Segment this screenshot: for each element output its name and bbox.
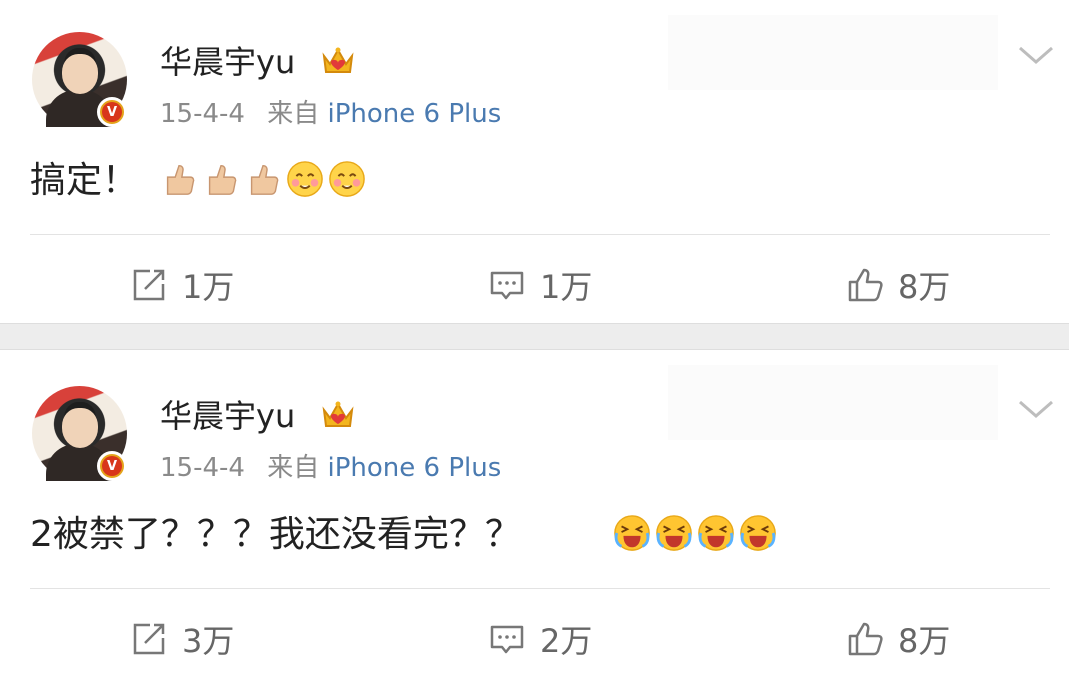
repost-button[interactable]: 1万 [130,262,234,308]
blurred-region [668,15,998,90]
weibo-post: V 华晨宇yu 15-4-4 来自 iPhone 6 Plus 搞定！ 1万 1… [0,0,1069,323]
post-date: 15-4-4 [160,453,245,483]
emoji-row [613,514,777,552]
like-button[interactable]: 8万 [846,616,950,662]
blush-icon [287,161,323,197]
emoji-row [160,160,366,198]
crying-face-icon [614,515,650,551]
source-link[interactable]: iPhone 6 Plus [327,453,501,483]
username[interactable]: 华晨宇yu [160,396,295,436]
chevron-down-icon[interactable] [1016,394,1056,424]
like-icon [848,268,883,302]
blush-icon [329,161,365,197]
chevron-down-icon[interactable] [1016,40,1056,70]
post-date: 15-4-4 [160,99,245,129]
thumbs-up-icon [166,164,195,195]
comment-button[interactable]: 1万 [488,262,592,308]
comment-icon [490,625,524,654]
thumbs-up-icon [250,164,279,195]
crying-face-icon [656,515,692,551]
crying-face-icon [698,515,734,551]
divider [30,234,1050,235]
repost-count: 3万 [182,622,235,660]
source-prefix: 来自 [267,99,320,129]
crown-vip-icon [322,401,354,427]
repost-icon [133,269,165,301]
source-prefix: 来自 [267,453,320,483]
verified-badge-letter: V [102,456,122,476]
thumbs-up-icon [208,164,237,195]
like-button[interactable]: 8万 [846,262,950,308]
repost-button[interactable]: 3万 [130,616,234,662]
divider [30,588,1050,589]
like-icon [848,622,883,656]
verified-badge-icon: V [97,451,127,481]
post-content: 2被禁了？？？我还没看完？？ [30,514,521,555]
like-count: 8万 [898,622,951,660]
repost-count: 1万 [182,268,235,306]
post-meta: 15-4-4 来自 iPhone 6 Plus [160,98,501,130]
weibo-post: V 华晨宇yu 15-4-4 来自 iPhone 6 Plus 2被禁了？？？我… [0,350,1069,676]
comment-button[interactable]: 2万 [488,616,592,662]
verified-badge-icon: V [97,97,127,127]
comment-icon [490,271,524,300]
repost-icon [133,623,165,655]
post-content: 搞定！ [30,160,139,201]
comment-count: 1万 [540,268,593,306]
blurred-region [668,365,998,440]
username[interactable]: 华晨宇yu [160,42,295,82]
verified-badge-letter: V [102,102,122,122]
comment-count: 2万 [540,622,593,660]
crown-vip-icon [322,47,354,73]
source-link[interactable]: iPhone 6 Plus [327,99,501,129]
crying-face-icon [740,515,776,551]
post-separator [0,323,1069,350]
post-meta: 15-4-4 来自 iPhone 6 Plus [160,452,501,484]
like-count: 8万 [898,268,951,306]
